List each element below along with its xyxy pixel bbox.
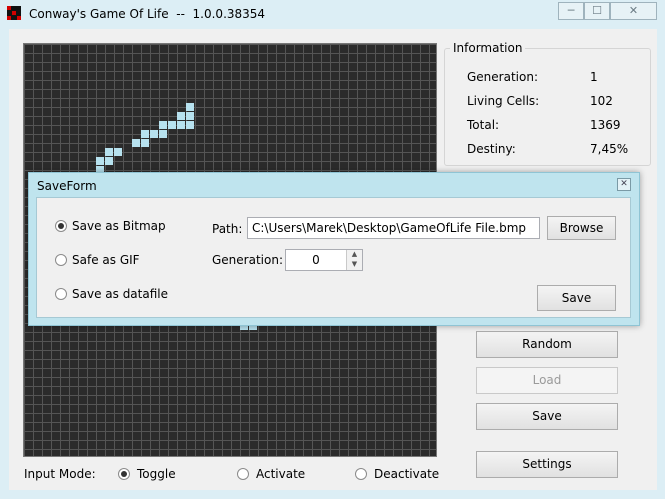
living-cell[interactable] [177,121,185,129]
app-icon [7,6,21,20]
living-cell[interactable] [186,103,194,111]
path-input[interactable]: C:\Users\Marek\Desktop\GameOfLife File.b… [247,217,540,239]
living-cell[interactable] [132,139,140,147]
information-title: Information [450,41,526,55]
browse-button[interactable]: Browse [547,216,616,240]
living-cells-label: Living Cells: [467,94,540,108]
living-cell[interactable] [150,130,158,138]
living-cell[interactable] [105,157,113,165]
stepper-down-icon[interactable]: ▼ [346,260,362,270]
total-label: Total: [467,118,500,132]
main-window: Conway's Game Of Life -- 1.0.0.38354 ─ ☐… [0,0,665,499]
dialog-title: SaveForm [37,179,97,193]
living-cell[interactable] [114,148,122,156]
datafile-radio[interactable] [55,288,67,300]
gif-radio[interactable] [55,254,67,266]
bitmap-label[interactable]: Save as Bitmap [72,219,166,233]
living-cells-value: 102 [590,94,613,108]
load-button[interactable]: Load [476,367,618,394]
dialog-body: Save as Bitmap Safe as GIF Save as dataf… [36,197,631,318]
living-cell[interactable] [186,121,194,129]
datafile-label[interactable]: Save as datafile [72,287,168,301]
dialog-save-button[interactable]: Save [537,285,616,311]
living-cell[interactable] [168,121,176,129]
path-label: Path: [212,222,243,236]
generation-field-label: Generation: [212,253,283,267]
generation-stepper[interactable]: 0 ▲ ▼ [285,249,363,271]
dialog-close-button[interactable]: ✕ [617,178,631,191]
generation-stepper-value[interactable]: 0 [286,250,346,270]
living-cell[interactable] [177,112,185,120]
generation-value: 1 [590,70,598,84]
activate-label[interactable]: Activate [256,467,305,481]
window-title: Conway's Game Of Life -- 1.0.0.38354 [29,7,266,21]
bitmap-radio[interactable] [55,220,67,232]
settings-button[interactable]: Settings [476,451,618,478]
save-form-dialog: SaveForm ✕ Save as Bitmap Safe as GIF Sa… [28,172,640,326]
living-cell[interactable] [141,130,149,138]
living-cell[interactable] [141,139,149,147]
input-mode-label: Input Mode: [24,467,96,481]
generation-label: Generation: [467,70,538,84]
save-button[interactable]: Save [476,403,618,430]
total-value: 1369 [590,118,621,132]
activate-radio[interactable] [237,468,249,480]
minimize-button[interactable]: ─ [558,2,584,20]
destiny-label: Destiny: [467,142,516,156]
close-button[interactable]: ✕ [610,2,657,20]
living-cell[interactable] [159,121,167,129]
title-bar[interactable]: Conway's Game Of Life -- 1.0.0.38354 ─ ☐… [0,0,665,28]
deactivate-radio[interactable] [355,468,367,480]
living-cell[interactable] [159,130,167,138]
stepper-up-icon[interactable]: ▲ [346,250,362,260]
destiny-value: 7,45% [590,142,629,156]
maximize-button[interactable]: ☐ [584,2,610,20]
random-button[interactable]: Random [476,331,618,358]
deactivate-label[interactable]: Deactivate [374,467,439,481]
living-cell[interactable] [96,157,104,165]
living-cell[interactable] [105,148,113,156]
gif-label[interactable]: Safe as GIF [72,253,140,267]
toggle-label[interactable]: Toggle [137,467,176,481]
toggle-radio[interactable] [118,468,130,480]
living-cell[interactable] [186,112,194,120]
